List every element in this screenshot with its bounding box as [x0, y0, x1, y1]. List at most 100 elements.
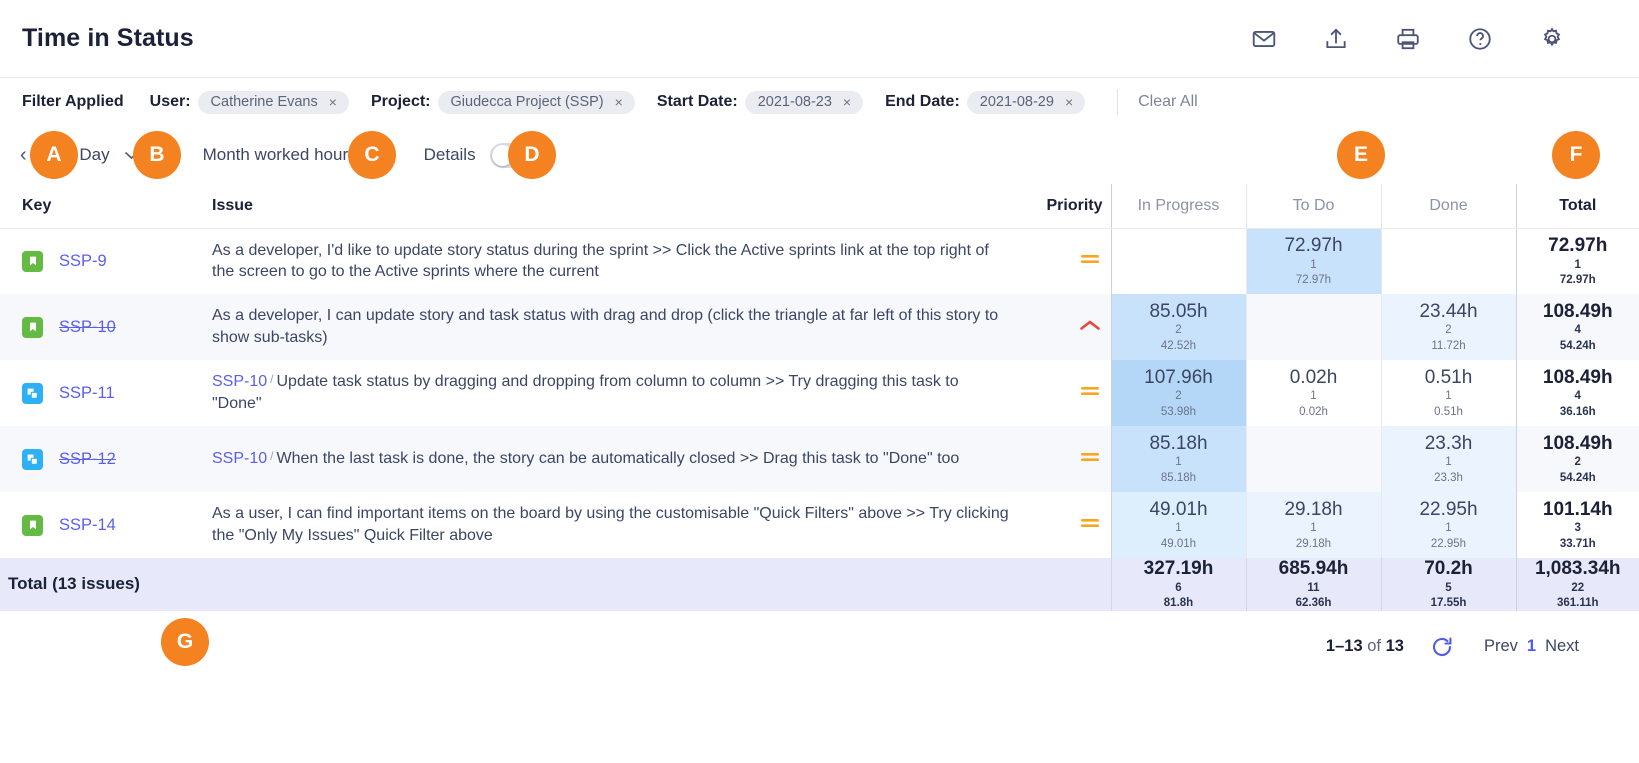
row-total-count: 1 [1517, 257, 1639, 274]
clear-all-button[interactable]: Clear All [1138, 93, 1198, 111]
refresh-icon[interactable] [1430, 635, 1454, 659]
table-row[interactable]: SSP-11SSP-10/Update task status by dragg… [0, 360, 1639, 426]
issue-summary-cell: As a developer, I can update story and t… [200, 294, 1025, 360]
row-total-cell[interactable]: 108.49h454.24h [1516, 294, 1639, 360]
filter-user: User: Catherine Evans × [150, 91, 349, 114]
footer-done-average: 17.55h [1382, 597, 1516, 611]
in-progress-average: 42.52h [1112, 340, 1246, 354]
to-do-value: 29.18h [1247, 499, 1381, 521]
to-do-cell[interactable]: 29.18h129.18h [1246, 492, 1381, 558]
footer-grand-total-average: 361.11h [1517, 597, 1639, 611]
issue-summary: As a developer, I'd like to update story… [212, 242, 989, 281]
column-header-in-progress[interactable]: In Progress [1111, 184, 1246, 228]
table-row[interactable]: SSP-10 As a developer, I can update story… [0, 294, 1639, 360]
filter-project: Project: Giudecca Project (SSP) × [371, 91, 635, 114]
filter-end-date-label: End Date: [885, 93, 960, 111]
row-total-average: 36.16h [1517, 406, 1639, 420]
issue-key-link[interactable]: SSP-11 [59, 384, 115, 403]
callout-badge-g: G [161, 618, 209, 666]
row-total-count: 4 [1517, 322, 1639, 339]
help-icon[interactable] [1467, 26, 1493, 52]
column-header-to-do[interactable]: To Do [1246, 184, 1381, 228]
to-do-cell[interactable]: 0.02h10.02h [1246, 360, 1381, 426]
column-header-priority[interactable]: Priority [1025, 184, 1111, 228]
issue-priority-cell [1025, 294, 1111, 360]
pagination-next-button[interactable]: Next [1545, 637, 1579, 656]
filter-start-date: Start Date: 2021-08-23 × [657, 91, 863, 114]
issue-priority-cell [1025, 360, 1111, 426]
close-icon[interactable]: × [843, 95, 851, 109]
footer-total-label: Total (13 issues) [0, 558, 1111, 611]
column-header-issue[interactable]: Issue [200, 184, 1025, 228]
issue-key-link[interactable]: SSP-14 [59, 516, 116, 535]
period-select[interactable]: Day [79, 145, 138, 165]
in-progress-count: 2 [1112, 322, 1246, 339]
to-do-count: 1 [1247, 520, 1381, 537]
column-header-done[interactable]: Done [1381, 184, 1516, 228]
callout-badge-f: F [1552, 131, 1600, 179]
pagination-prev-button[interactable]: Prev [1484, 637, 1518, 656]
to-do-cell[interactable] [1246, 294, 1381, 360]
footer-grand-total-value: 1,083.34h [1517, 558, 1639, 580]
column-header-total[interactable]: Total [1516, 184, 1639, 228]
filter-user-label: User: [150, 93, 191, 111]
row-total-count: 3 [1517, 520, 1639, 537]
done-cell[interactable]: 23.3h123.3h [1381, 426, 1516, 492]
gear-icon[interactable] [1539, 26, 1565, 52]
mail-icon[interactable] [1251, 26, 1277, 52]
issue-priority-cell [1025, 228, 1111, 294]
done-average: 11.72h [1382, 340, 1516, 354]
pagination-count: 1–13 of 13 [1326, 637, 1404, 656]
row-total-cell[interactable]: 101.14h333.71h [1516, 492, 1639, 558]
column-header-key[interactable]: Key [0, 184, 200, 228]
in-progress-cell[interactable]: 107.96h253.98h [1111, 360, 1246, 426]
done-cell[interactable]: 0.51h10.51h [1381, 360, 1516, 426]
row-total-cell[interactable]: 108.49h254.24h [1516, 426, 1639, 492]
done-count: 2 [1382, 322, 1516, 339]
in-progress-cell[interactable] [1111, 228, 1246, 294]
story-type-icon [22, 251, 43, 272]
details-label: Details [424, 145, 476, 165]
issue-parent-link[interactable]: SSP-10 [212, 373, 267, 390]
in-progress-cell[interactable]: 49.01h149.01h [1111, 492, 1246, 558]
filter-start-date-chip[interactable]: 2021-08-23 × [745, 91, 863, 114]
close-icon[interactable]: × [329, 95, 337, 109]
done-value: 23.3h [1382, 433, 1516, 455]
filter-end-date-chip[interactable]: 2021-08-29 × [967, 91, 1085, 114]
done-cell[interactable] [1381, 228, 1516, 294]
issue-key-link[interactable]: SSP-9 [59, 252, 107, 271]
close-icon[interactable]: × [615, 95, 623, 109]
issue-summary-cell: As a developer, I'd like to update story… [200, 228, 1025, 294]
print-icon[interactable] [1395, 26, 1421, 52]
export-icon[interactable] [1323, 26, 1349, 52]
in-progress-value: 107.96h [1112, 367, 1246, 389]
done-value: 22.95h [1382, 499, 1516, 521]
table-row[interactable]: SSP-12SSP-10/When the last task is done,… [0, 426, 1639, 492]
issue-parent-link[interactable]: SSP-10 [212, 450, 267, 467]
done-average: 23.3h [1382, 472, 1516, 486]
row-total-cell[interactable]: 108.49h436.16h [1516, 360, 1639, 426]
prev-period-button[interactable]: ‹ [20, 145, 27, 165]
done-cell[interactable]: 22.95h122.95h [1381, 492, 1516, 558]
issue-key-link[interactable]: SSP-12 [59, 450, 116, 469]
row-total-value: 72.97h [1517, 235, 1639, 257]
filter-end-date-value: 2021-08-29 [980, 94, 1054, 110]
table-body: SSP-9 As a developer, I'd like to update … [0, 228, 1639, 611]
pagination-page-1[interactable]: 1 [1527, 637, 1536, 656]
filter-user-chip[interactable]: Catherine Evans × [198, 91, 349, 114]
issue-key-link[interactable]: SSP-10 [59, 318, 116, 337]
table-row[interactable]: SSP-9 As a developer, I'd like to update … [0, 228, 1639, 294]
row-total-value: 108.49h [1517, 301, 1639, 323]
issue-key-cell: SSP-14 [0, 492, 200, 558]
in-progress-cell[interactable]: 85.05h242.52h [1111, 294, 1246, 360]
issue-key-cell: SSP-10 [0, 294, 200, 360]
row-total-cell[interactable]: 72.97h172.97h [1516, 228, 1639, 294]
to-do-cell[interactable]: 72.97h172.97h [1246, 228, 1381, 294]
filter-project-chip[interactable]: Giudecca Project (SSP) × [438, 91, 635, 114]
in-progress-cell[interactable]: 85.18h185.18h [1111, 426, 1246, 492]
to-do-cell[interactable] [1246, 426, 1381, 492]
issue-key-cell: SSP-11 [0, 360, 200, 426]
close-icon[interactable]: × [1065, 95, 1073, 109]
table-row[interactable]: SSP-14As a user, I can find important it… [0, 492, 1639, 558]
done-cell[interactable]: 23.44h211.72h [1381, 294, 1516, 360]
